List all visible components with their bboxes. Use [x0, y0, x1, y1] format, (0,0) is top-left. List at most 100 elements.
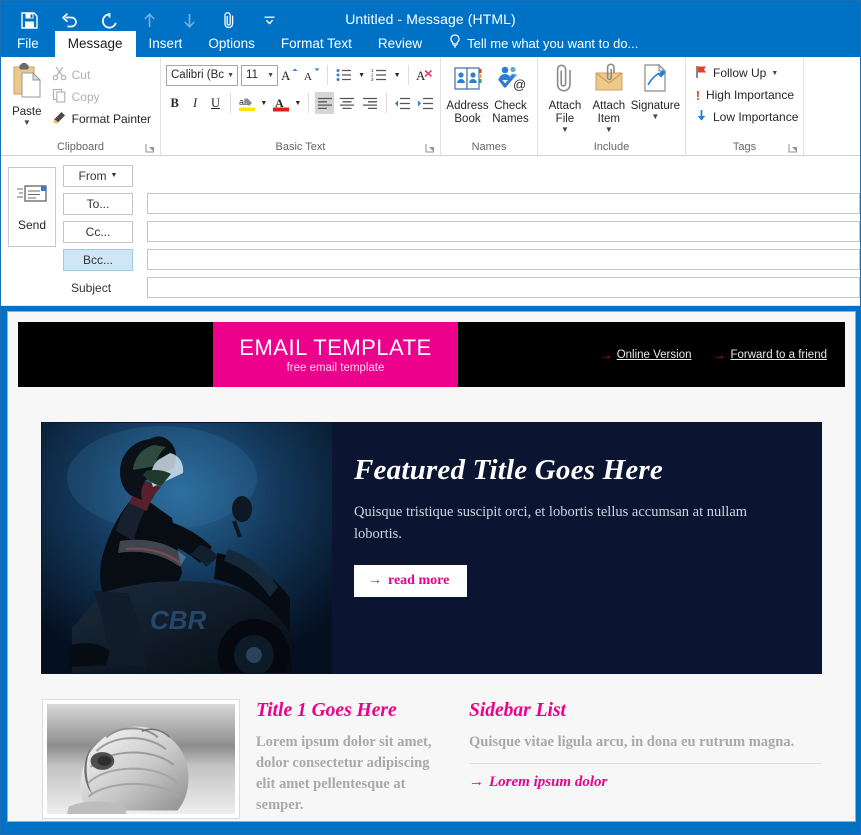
align-center-icon[interactable] [337, 92, 357, 114]
to-button[interactable]: To... [63, 192, 133, 215]
follow-up-button[interactable]: Follow Up ▼ [691, 62, 798, 84]
tell-me-label: Tell me what you want to do... [467, 36, 639, 51]
banner-left-spacer [18, 322, 213, 387]
font-name-caret[interactable]: ▼ [224, 72, 237, 79]
logo-subtitle: free email template [286, 361, 385, 374]
ribbon-tabs: File Message Insert Options Format Text … [1, 31, 860, 57]
format-painter-icon [52, 110, 67, 128]
clear-formatting-icon[interactable]: A [414, 64, 435, 86]
decrease-indent-icon[interactable] [393, 92, 413, 114]
cc-input[interactable] [147, 221, 860, 242]
font-color-caret[interactable]: ▼ [294, 92, 302, 114]
bullets-caret[interactable]: ▼ [357, 64, 366, 86]
column-left: Title 1 Goes Here Lorem ipsum dolor sit … [42, 699, 447, 819]
column-left-title: Title 1 Goes Here [256, 700, 397, 721]
to-input[interactable] [147, 193, 860, 214]
bold-icon[interactable]: B [166, 92, 183, 114]
high-importance-button[interactable]: ! High Importance [691, 84, 798, 106]
paste-dropdown-caret[interactable]: ▼ [23, 119, 31, 127]
down-arrow-icon [695, 109, 708, 125]
grow-font-icon[interactable]: A [281, 64, 299, 86]
numbering-icon[interactable]: 123 [369, 64, 390, 86]
column-right: Sidebar List Quisque vitae ligula arcu, … [469, 699, 821, 819]
font-size-caret[interactable]: ▼ [264, 72, 277, 79]
follow-up-caret[interactable]: ▼ [771, 70, 778, 77]
from-caret[interactable]: ▼ [111, 172, 118, 179]
read-more-button[interactable]: → read more [354, 565, 468, 597]
svg-text:3: 3 [371, 77, 374, 82]
low-importance-button[interactable]: Low Importance [691, 106, 798, 128]
tags-dialog-launcher[interactable] [788, 143, 799, 154]
send-button[interactable]: Send [8, 167, 56, 247]
sidebar-list-item-label: Lorem ipsum dolor [489, 774, 608, 790]
tab-message[interactable]: Message [54, 31, 136, 57]
bullets-icon[interactable] [334, 64, 355, 86]
font-color-icon[interactable]: A [271, 92, 291, 114]
sidebar-list-item[interactable]: → Lorem ipsum dolor [469, 772, 821, 792]
divider [230, 93, 232, 113]
title-bar: Untitled - Message (HTML) File Message I… [1, 1, 860, 57]
group-label-include: Include [593, 141, 630, 153]
attach-file-button[interactable]: Attach File ▼ [543, 61, 587, 139]
format-painter-button[interactable]: Format Painter [48, 108, 155, 130]
align-left-icon[interactable] [314, 92, 335, 114]
font-name-combo[interactable]: Calibri (Bc ▼ [166, 64, 239, 86]
attach-item-caret[interactable]: ▼ [605, 126, 613, 134]
ribbon-group-names: Address Book @ Check Names Names [441, 57, 538, 155]
attach-file-caret[interactable]: ▼ [561, 126, 569, 134]
online-version-link[interactable]: → Online Version [600, 348, 692, 362]
subject-input[interactable] [147, 277, 860, 298]
ribbon-group-tags: Follow Up ▼ ! High Importance Low Import… [686, 57, 804, 155]
text-highlight-color-icon[interactable]: ab [237, 92, 257, 114]
bcc-row: Bcc... [63, 248, 860, 271]
font-size-combo[interactable]: 11 ▼ [241, 64, 279, 86]
clipboard-dialog-launcher[interactable] [145, 143, 156, 154]
column-left-body: Lorem ipsum dolor sit amet, dolor consec… [256, 734, 432, 813]
paste-button[interactable]: Paste ▼ [6, 61, 48, 139]
cc-button[interactable]: Cc... [63, 220, 133, 243]
from-button[interactable]: From ▼ [63, 164, 133, 187]
signature-button[interactable]: Signature ▼ [631, 61, 680, 139]
tab-options[interactable]: Options [195, 31, 268, 57]
svg-text:A: A [416, 68, 426, 83]
basic-text-dialog-launcher[interactable] [425, 143, 436, 154]
signature-caret[interactable]: ▼ [651, 113, 659, 121]
check-names-button[interactable]: @ Check Names [489, 61, 532, 139]
arrow-right-icon: → [368, 573, 382, 588]
featured-text: Featured Title Goes Here Quisque tristiq… [332, 423, 821, 673]
lightbulb-icon [449, 31, 461, 57]
address-book-button[interactable]: Address Book [446, 61, 489, 139]
underline-icon[interactable]: U [207, 92, 224, 114]
message-body[interactable]: EMAIL TEMPLATE free email template → Onl… [7, 311, 856, 822]
follow-up-label: Follow Up [713, 66, 767, 80]
tab-format-text[interactable]: Format Text [268, 31, 365, 57]
featured-article: CBR Featured Title Goes Here Quisque tri… [42, 423, 821, 673]
content-columns: Title 1 Goes Here Lorem ipsum dolor sit … [42, 699, 821, 819]
italic-icon[interactable]: I [186, 92, 203, 114]
attach-item-button[interactable]: Attach Item ▼ [587, 61, 631, 139]
bcc-input[interactable] [147, 249, 860, 270]
sidebar-divider [469, 763, 821, 764]
copy-button[interactable]: Copy [48, 86, 155, 108]
cut-button[interactable]: Cut [48, 64, 155, 86]
tell-me-search[interactable]: Tell me what you want to do... [449, 31, 638, 57]
paperclip-icon [552, 63, 578, 98]
forward-to-friend-link[interactable]: → Forward to a friend [713, 348, 827, 362]
tab-review[interactable]: Review [365, 31, 435, 57]
bcc-button[interactable]: Bcc... [63, 248, 133, 271]
increase-indent-icon[interactable] [415, 92, 435, 114]
group-label-clipboard: Clipboard [1, 139, 160, 155]
sidebar-intro: Quisque vitae ligula arcu, in dona eu ru… [469, 734, 795, 750]
tab-file[interactable]: File [1, 31, 55, 57]
cc-row: Cc... [63, 220, 860, 243]
highlight-caret[interactable]: ▼ [260, 92, 268, 114]
sidebar-title: Sidebar List [469, 700, 566, 721]
arrow-right-icon: → [469, 774, 484, 790]
tab-insert[interactable]: Insert [136, 31, 196, 57]
numbering-caret[interactable]: ▼ [393, 64, 402, 86]
message-header: Send From ▼ To... Cc... Bcc... Subject [1, 156, 860, 306]
window-bottom-strip [1, 826, 860, 834]
shrink-font-icon[interactable]: A [302, 64, 320, 86]
check-names-label: Check Names [492, 100, 529, 125]
align-right-icon[interactable] [360, 92, 380, 114]
